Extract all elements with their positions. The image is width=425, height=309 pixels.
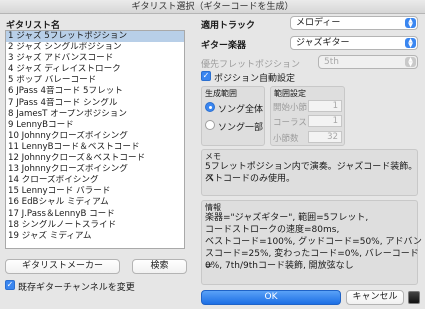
list-item[interactable]: 3 ジャズ アドバンスコード [6, 53, 184, 64]
list-item[interactable]: 10 Johnnyクローズボイシング [6, 131, 184, 142]
list-item[interactable]: 9 LennyBコード [6, 120, 184, 131]
radio-song-part[interactable] [205, 120, 215, 130]
auto-position-label: ポジション自動設定 [214, 74, 296, 84]
list-item[interactable]: 16 EdBシャル ミディアム [6, 197, 184, 208]
ok-button[interactable]: OK [201, 290, 341, 305]
info-line: 楽器="ジャズギター", 範囲=5フレット, [205, 213, 369, 223]
chorus-label: コーラス [273, 118, 307, 128]
list-item[interactable]: 17 J.Pass＆LennyB コード [6, 209, 184, 220]
song-all-label: ソング全体 [218, 105, 264, 115]
list-item[interactable]: 19 ジャズ ミディアム [6, 231, 184, 242]
instrument-label: ギター楽器 [201, 41, 247, 51]
list-item[interactable]: 1 ジャズ 5フレットポジション [6, 31, 184, 43]
help-icon[interactable] [408, 291, 420, 304]
change-channel-label: 既存ギターチャンネルを変更 [18, 283, 135, 293]
bars-label: 小節数 [273, 134, 299, 144]
chevron-updown-icon: ▲ ▼ [405, 18, 416, 29]
info-title: 情報 [205, 203, 221, 212]
song-part-label: ソング一部 [218, 123, 264, 133]
checkmark-icon: ✓ [202, 71, 210, 80]
info-line: 0%, 7th/9thコード装飾, 開放弦なし [205, 261, 354, 271]
start-bar-label: 開始小節 [273, 103, 308, 113]
chevron-updown-icon: ▲ ▼ [405, 57, 416, 68]
list-item[interactable]: 15 Lennyコード バラード [6, 186, 184, 197]
guitarist-maker-button[interactable]: ギタリストメーカー [5, 259, 120, 274]
list-item[interactable]: 6 JPass 4音コード 5フレット [6, 86, 184, 97]
track-select[interactable]: メロディー ▲ ▼ [290, 16, 418, 30]
list-item[interactable]: 7 JPass 4音コード シングル [6, 98, 184, 109]
list-item[interactable]: 5 ポップ バレーコード [6, 75, 184, 86]
radio-song-all[interactable] [205, 102, 215, 112]
chevron-updown-icon: ▲ ▼ [405, 38, 416, 49]
list-item[interactable]: 2 ジャズ シングルポジション [6, 42, 184, 53]
generate-range-title: 生成範囲 [205, 89, 237, 98]
memo-title: メモ [205, 152, 221, 161]
info-line: コードストロークの速度=80ms, [205, 225, 340, 235]
info-line: ベストコード=100%, グッドコード=50%, アドバン [205, 237, 422, 247]
auto-position-checkbox[interactable]: ✓ [201, 71, 211, 81]
start-bar-input[interactable]: 1 [308, 100, 342, 112]
instrument-value: ジャズギター [296, 38, 350, 48]
list-item[interactable]: 11 LennyBコード＆ベストコード [6, 142, 184, 153]
chorus-input[interactable]: 1 [308, 115, 342, 127]
track-value: メロディー [296, 18, 341, 28]
fret-value: 5th [324, 57, 339, 67]
list-item[interactable]: 14 クローズボイシング [6, 175, 184, 186]
list-item[interactable]: 13 Johnnyクローズボイシング [6, 164, 184, 175]
range-settings-title: 範囲設定 [274, 89, 306, 98]
list-item[interactable]: 18 シングルノートスライド [6, 220, 184, 231]
list-item[interactable]: 4 ジャズ ディレイストローク [6, 64, 184, 75]
list-item[interactable]: 12 Johnnyクローズ＆ベストコード [6, 153, 184, 164]
list-item[interactable]: 8 JamesT オープンポジション [6, 109, 184, 120]
instrument-select[interactable]: ジャズギター ▲ ▼ [290, 36, 418, 50]
checkmark-icon: ✓ [6, 280, 14, 289]
fret-label: 優先フレットポジション [201, 60, 301, 70]
search-button[interactable]: 検索 [132, 259, 187, 274]
cancel-button[interactable]: キャンセル [346, 290, 404, 305]
change-channel-checkbox[interactable]: ✓ [5, 280, 15, 290]
memo-line: ストコードのみ使用。 [205, 174, 296, 184]
bars-input[interactable]: 32 [308, 131, 342, 143]
guitarist-list[interactable]: 1 ジャズ 5フレットポジション 2 ジャズ シングルポジション 3 ジャズ ア… [5, 30, 185, 249]
fret-select[interactable]: 5th ▲ ▼ [318, 55, 418, 69]
window-title: ギタリスト選択（ギターコードを生成） [0, 0, 425, 14]
track-label: 適用トラック [201, 21, 256, 31]
